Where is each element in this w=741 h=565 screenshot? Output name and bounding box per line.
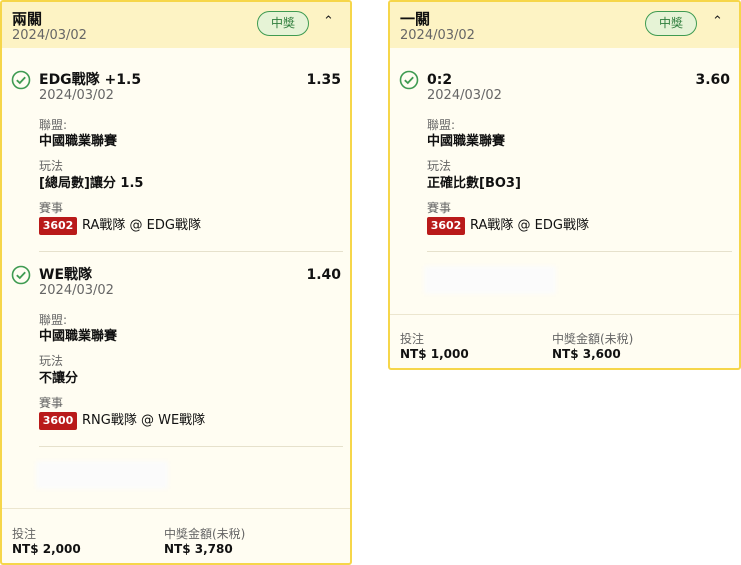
event-code-badge: 3602: [427, 217, 465, 235]
market-value: 正確比數[BO3]: [427, 176, 521, 191]
league-value: 中國職業聯賽: [39, 134, 118, 149]
bet-leg: EDG戰隊 +1.5 1.35 2024/03/02 聯盟: 中國職業聯賽 玩法…: [2, 70, 350, 240]
chevron-up-icon[interactable]: ⌃: [323, 14, 334, 30]
divider: [39, 251, 343, 252]
stake-value: NT$ 1,000: [400, 347, 469, 361]
payout-label: 中獎金額(未稅): [552, 332, 634, 346]
card-header[interactable]: 一關 2024/03/02 中獎 ⌃: [390, 2, 739, 48]
card-date: 2024/03/02: [12, 28, 87, 43]
stake-label: 投注: [400, 332, 425, 346]
payout-value: NT$ 3,780: [164, 542, 233, 556]
redacted-area: [424, 266, 556, 294]
event[interactable]: 3600 RNG戰隊 @ WE戰隊: [39, 412, 205, 430]
league-label: 聯盟:: [427, 118, 456, 132]
bet-odds: 3.60: [695, 72, 730, 88]
card-header[interactable]: 兩關 2024/03/02 中獎 ⌃: [2, 2, 350, 48]
stake-label: 投注: [12, 527, 37, 541]
divider: [39, 446, 343, 447]
event-label: 賽事: [427, 201, 452, 215]
check-circle-icon: [399, 70, 419, 90]
bet-date: 2024/03/02: [39, 88, 114, 103]
check-circle-icon: [11, 70, 31, 90]
event-label: 賽事: [39, 396, 64, 410]
card-date: 2024/03/02: [400, 28, 475, 43]
event-code-badge: 3600: [39, 412, 77, 430]
payout-label: 中獎金額(未稅): [164, 527, 246, 541]
bet-date: 2024/03/02: [39, 283, 114, 298]
event-name: RA戰隊 @ EDG戰隊: [470, 218, 589, 233]
redacted-area: [36, 461, 168, 489]
check-circle-icon: [11, 265, 31, 285]
status-badge: 中獎: [645, 11, 698, 36]
footer-divider: [390, 314, 739, 315]
event[interactable]: 3602 RA戰隊 @ EDG戰隊: [427, 217, 589, 235]
bet-leg: WE戰隊 1.40 2024/03/02 聯盟: 中國職業聯賽 玩法 不讓分 賽…: [2, 265, 350, 435]
league-value: 中國職業聯賽: [39, 329, 118, 344]
bet-leg: 0:2 3.60 2024/03/02 聯盟: 中國職業聯賽 玩法 正確比數[B…: [390, 70, 739, 240]
bet-selection: WE戰隊: [39, 267, 93, 283]
event[interactable]: 3602 RA戰隊 @ EDG戰隊: [39, 217, 201, 235]
league-label: 聯盟:: [39, 118, 68, 132]
league-label: 聯盟:: [39, 313, 68, 327]
market-label: 玩法: [427, 159, 452, 173]
market-label: 玩法: [39, 159, 64, 173]
event-label: 賽事: [39, 201, 64, 215]
chevron-up-icon[interactable]: ⌃: [712, 14, 723, 30]
bet-date: 2024/03/02: [427, 88, 502, 103]
divider: [427, 251, 732, 252]
footer-divider: [2, 508, 350, 509]
event-name: RA戰隊 @ EDG戰隊: [82, 218, 201, 233]
market-label: 玩法: [39, 354, 64, 368]
league-value: 中國職業聯賽: [427, 134, 506, 149]
bet-odds: 1.35: [306, 72, 341, 88]
bet-odds: 1.40: [306, 267, 341, 283]
stake-value: NT$ 2,000: [12, 542, 81, 556]
bet-selection: 0:2: [427, 72, 453, 88]
card-title: 一關: [400, 10, 431, 28]
event-code-badge: 3602: [39, 217, 77, 235]
card-title: 兩關: [12, 10, 43, 28]
bet-selection: EDG戰隊 +1.5: [39, 72, 142, 88]
market-value: 不讓分: [39, 371, 79, 386]
event-name: RNG戰隊 @ WE戰隊: [82, 413, 206, 428]
status-badge: 中獎: [257, 11, 310, 36]
market-value: [總局數]讓分 1.5: [39, 176, 144, 191]
bet-slip-card-single: 一關 2024/03/02 中獎 ⌃ 0:2 3.60 2024/03/02 聯…: [388, 0, 741, 370]
payout-value: NT$ 3,600: [552, 347, 621, 361]
bet-slip-card-parlay: 兩關 2024/03/02 中獎 ⌃ EDG戰隊 +1.5 1.35 2024/…: [0, 0, 352, 565]
